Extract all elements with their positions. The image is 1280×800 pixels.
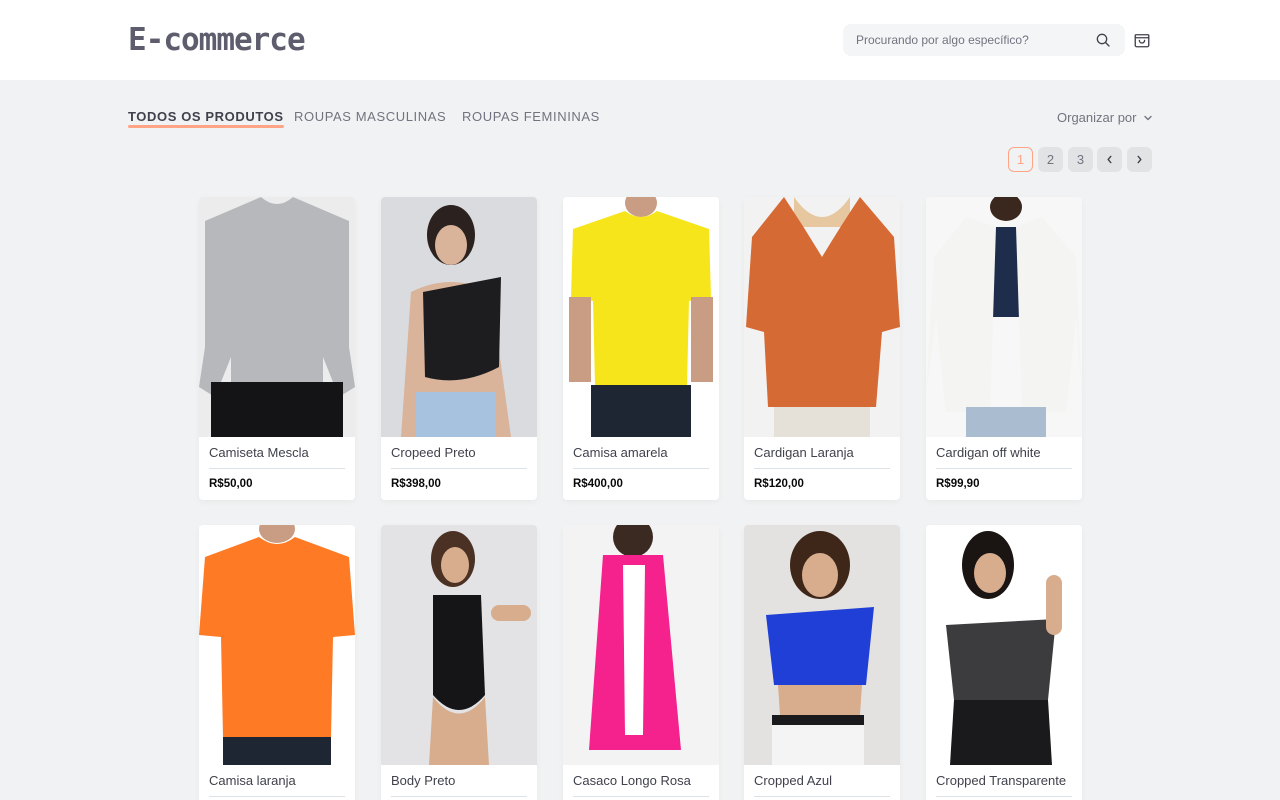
divider [936, 468, 1072, 469]
logo[interactable]: E-commerce [128, 22, 306, 58]
tab-mens-clothing[interactable]: Roupas masculinas [294, 108, 446, 126]
product-price: R$50,00 [209, 478, 253, 490]
tab-womens-clothing[interactable]: Roupas femininas [462, 108, 600, 126]
product-image[interactable] [199, 525, 355, 765]
prev-page-button[interactable] [1097, 147, 1122, 172]
product-image[interactable] [381, 525, 537, 765]
product-card[interactable]: Camisa laranja [199, 525, 355, 800]
tab-all-products[interactable]: Todos os produtos [128, 108, 284, 128]
divider [573, 796, 709, 797]
product-card[interactable]: Cropped Azul [744, 525, 900, 800]
product-name[interactable]: Camiseta Mescla [209, 445, 345, 461]
product-name[interactable]: Casaco Longo Rosa [573, 773, 709, 789]
page-1-button[interactable]: 1 [1008, 147, 1033, 172]
product-image[interactable] [381, 197, 537, 437]
sort-dropdown[interactable]: Organizar por [1057, 110, 1136, 126]
product-price: R$120,00 [754, 478, 804, 490]
search-icon[interactable] [1095, 32, 1111, 48]
product-card[interactable]: Camisa amarela R$400,00 [563, 197, 719, 500]
product-price: R$400,00 [573, 478, 623, 490]
product-name[interactable]: Cropeed Preto [391, 445, 527, 461]
product-name[interactable]: Cardigan Laranja [754, 445, 890, 461]
product-card[interactable]: Cardigan off white R$99,90 [926, 197, 1082, 500]
product-name[interactable]: Camisa amarela [573, 445, 709, 461]
product-price: R$398,00 [391, 478, 441, 490]
chevron-down-icon[interactable] [1143, 113, 1153, 123]
product-name[interactable]: Cropped Azul [754, 773, 890, 789]
product-image[interactable] [563, 525, 719, 765]
product-image[interactable] [926, 197, 1082, 437]
divider [209, 468, 345, 469]
product-card[interactable]: Body Preto [381, 525, 537, 800]
divider [391, 796, 527, 797]
divider [936, 796, 1072, 797]
product-image[interactable] [744, 525, 900, 765]
product-name[interactable]: Cardigan off white [936, 445, 1072, 461]
product-name[interactable]: Cropped Transparente [936, 773, 1072, 789]
shopping-bag-icon[interactable] [1133, 31, 1151, 49]
product-card[interactable]: Cropeed Preto R$398,00 [381, 197, 537, 500]
product-image[interactable] [199, 197, 355, 437]
divider [754, 468, 890, 469]
product-image[interactable] [926, 525, 1082, 765]
page-3-button[interactable]: 3 [1068, 147, 1093, 172]
product-card[interactable]: Cropped Transparente [926, 525, 1082, 800]
divider [209, 796, 345, 797]
product-card[interactable]: Camiseta Mescla R$50,00 [199, 197, 355, 500]
product-image[interactable] [563, 197, 719, 437]
product-price: R$99,90 [936, 478, 980, 490]
divider [754, 796, 890, 797]
divider [573, 468, 709, 469]
top-header: E-commerce [0, 0, 1280, 80]
page-2-button[interactable]: 2 [1038, 147, 1063, 172]
product-card[interactable]: Casaco Longo Rosa [563, 525, 719, 800]
search-bar[interactable] [843, 24, 1125, 56]
divider [391, 468, 527, 469]
next-page-button[interactable] [1127, 147, 1152, 172]
product-name[interactable]: Camisa laranja [209, 773, 345, 789]
product-image[interactable] [744, 197, 900, 437]
search-input[interactable] [856, 24, 1091, 56]
product-name[interactable]: Body Preto [391, 773, 527, 789]
product-card[interactable]: Cardigan Laranja R$120,00 [744, 197, 900, 500]
chevron-left-icon [1107, 155, 1112, 164]
chevron-right-icon [1137, 155, 1142, 164]
